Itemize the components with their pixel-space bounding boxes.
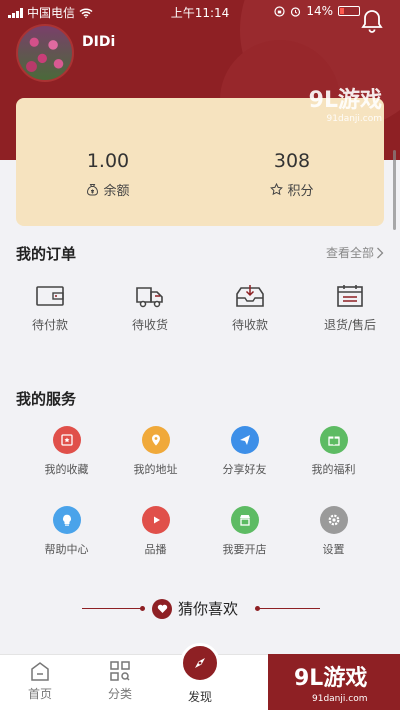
service-address[interactable]: 我的地址 — [111, 426, 200, 477]
services-title: 我的服务 — [16, 390, 77, 408]
tab-category[interactable]: 分类 — [90, 661, 150, 702]
category-icon — [110, 661, 130, 681]
avatar[interactable] — [16, 24, 74, 82]
order-label: 待收款 — [231, 318, 268, 332]
services-row-1: 我的收藏 我的地址 分享好友 我的福利 — [22, 426, 378, 477]
service-favorites[interactable]: 我的收藏 — [22, 426, 111, 477]
watermark-logo-bottom: 9L游戏 91danji.com — [268, 654, 400, 710]
status-right: 14% — [274, 4, 360, 18]
balance-value: 1.00 — [86, 150, 130, 172]
scroll-indicator — [393, 150, 396, 230]
service-label: 品播 — [144, 543, 167, 556]
divider-line — [82, 608, 144, 609]
location-icon — [141, 426, 170, 454]
discover-button[interactable] — [180, 643, 220, 683]
heart-icon — [152, 598, 172, 619]
services-row-2: 帮助中心 品播 我要开店 设置 — [22, 506, 378, 557]
tab-label: 分类 — [107, 687, 132, 701]
battery-icon — [338, 6, 360, 16]
lock-rotation-icon — [274, 5, 285, 17]
order-label: 待收货 — [131, 318, 168, 332]
username[interactable]: DIDi — [82, 34, 115, 50]
balance-item[interactable]: 1.00 余额 — [48, 150, 168, 199]
service-open-shop[interactable]: 我要开店 — [200, 506, 289, 557]
truck-icon — [136, 287, 163, 308]
battery-percent: 14% — [306, 4, 333, 18]
balance-label: 余额 — [103, 184, 130, 199]
inbox-icon — [236, 285, 264, 307]
wallet-icon — [36, 286, 64, 306]
order-label: 退货/售后 — [323, 318, 377, 332]
shop-icon — [230, 506, 259, 534]
help-icon — [52, 506, 81, 534]
gift-icon — [319, 426, 348, 454]
order-pending-receipt[interactable]: 待收货 — [100, 282, 200, 333]
guess-you-like-divider: 猜你喜欢 — [0, 598, 400, 620]
star-icon — [270, 183, 284, 196]
tab-home[interactable]: 首页 — [10, 661, 70, 702]
order-label: 待付款 — [31, 318, 68, 332]
service-label: 设置 — [322, 543, 345, 556]
favorite-icon — [52, 426, 81, 454]
service-label: 分享好友 — [222, 463, 267, 476]
home-icon — [31, 662, 49, 681]
share-icon — [230, 426, 259, 454]
service-label: 我的地址 — [133, 463, 178, 476]
service-live[interactable]: 品播 — [111, 506, 200, 557]
service-label: 帮助中心 — [44, 543, 89, 556]
service-label: 我的福利 — [311, 463, 356, 476]
service-label: 我要开店 — [222, 543, 267, 556]
service-label: 我的收藏 — [44, 463, 89, 476]
order-pending-refund[interactable]: 待收款 — [200, 282, 300, 333]
points-label: 积分 — [287, 184, 314, 199]
order-pending-payment[interactable]: 待付款 — [0, 282, 100, 333]
settings-icon — [319, 506, 348, 534]
return-icon — [337, 285, 363, 307]
alarm-icon — [291, 6, 301, 17]
service-settings[interactable]: 设置 — [289, 506, 378, 557]
order-after-sales[interactable]: 退货/售后 — [300, 282, 400, 333]
service-help[interactable]: 帮助中心 — [22, 506, 111, 557]
money-bag-icon — [87, 184, 99, 196]
points-value: 308 — [273, 150, 311, 172]
tab-label: 首页 — [27, 687, 52, 701]
status-bar: 中国电信 上午11:14 14% — [0, 0, 400, 22]
view-all-orders-link[interactable]: 查看全部 — [326, 244, 384, 261]
play-icon — [141, 506, 170, 534]
orders-title: 我的订单 — [16, 245, 77, 263]
points-item[interactable]: 308 积分 — [232, 150, 352, 199]
compass-icon — [195, 658, 205, 668]
chevron-right-icon — [377, 247, 384, 258]
orders-row: 待付款 待收货 待收款 退货/售后 — [0, 282, 400, 333]
watermark-logo: 9L游戏 91danji.com — [308, 88, 382, 124]
bell-icon[interactable] — [360, 8, 384, 34]
service-share[interactable]: 分享好友 — [200, 426, 289, 477]
service-welfare[interactable]: 我的福利 — [289, 426, 378, 477]
divider-line — [258, 608, 320, 609]
guess-title: 猜你喜欢 — [178, 600, 239, 618]
tab-discover-label[interactable]: 发现 — [170, 688, 230, 705]
divider-dot — [140, 606, 145, 611]
